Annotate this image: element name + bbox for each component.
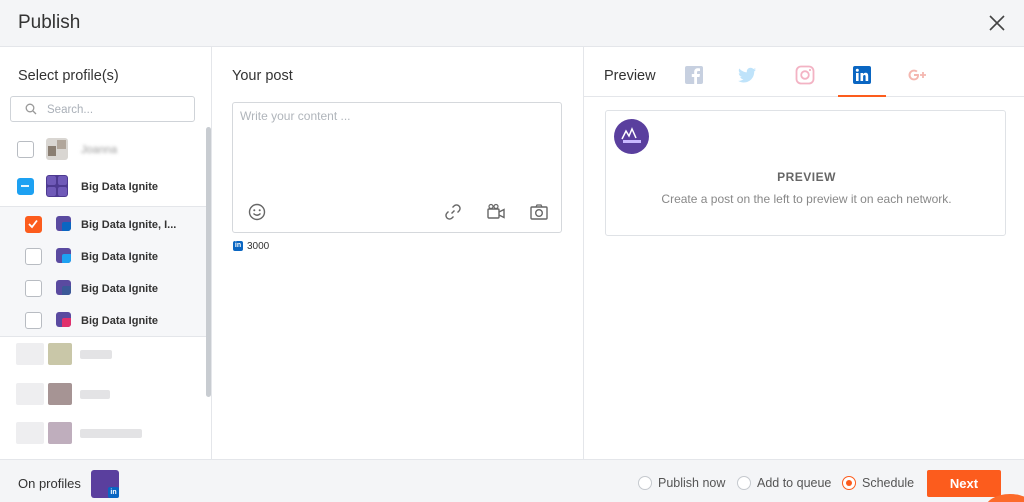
active-tab-indicator — [838, 95, 886, 97]
compose-panel: Your post in 3000 — [212, 47, 584, 459]
profile-row-joanna[interactable]: Joanna — [0, 134, 206, 166]
child-profile-group: Big Data Ignite, I... Big Data Ignite Bi… — [0, 206, 206, 337]
search-icon — [25, 103, 37, 115]
twitter-badge-icon — [62, 254, 71, 263]
child-checkbox[interactable] — [25, 312, 42, 329]
avatar — [56, 216, 71, 231]
post-content-input[interactable] — [240, 109, 550, 189]
add-to-queue-label[interactable]: Add to queue — [757, 476, 831, 490]
profile-search[interactable] — [10, 96, 195, 122]
child-checkbox[interactable] — [25, 280, 42, 297]
child-profile-name: Big Data Ignite, I... — [81, 219, 177, 231]
on-profiles-label: On profiles — [18, 476, 81, 491]
schedule-radio[interactable] — [842, 476, 856, 490]
preview-heading: PREVIEW — [777, 170, 836, 184]
dialog-title: Publish — [18, 12, 81, 33]
post-composer — [232, 102, 562, 233]
camera-icon[interactable] — [529, 202, 549, 222]
profile-name: Big Data Ignite — [81, 181, 159, 193]
next-button[interactable]: Next — [927, 470, 1001, 497]
profile-selector-panel: Select profile(s) Joanna Big Data Ignite — [0, 47, 212, 459]
dialog-header: Publish — [0, 0, 1024, 47]
tab-facebook-icon[interactable] — [683, 64, 705, 86]
tab-twitter-icon[interactable] — [736, 64, 758, 86]
your-post-title: Your post — [232, 68, 293, 84]
preview-card: PREVIEW Create a post on the left to pre… — [605, 110, 1006, 236]
profile-row-big-data-ignite[interactable]: Big Data Ignite — [0, 171, 206, 203]
preview-description: Create a post on the left to preview it … — [661, 192, 952, 206]
emoji-icon[interactable] — [247, 202, 267, 222]
child-profile-name: Big Data Ignite — [81, 251, 159, 263]
tab-instagram-icon[interactable] — [794, 64, 816, 86]
brand-logo-icon — [621, 127, 641, 143]
linkedin-badge-icon: in — [108, 487, 119, 498]
child-profile-name: Big Data Ignite — [81, 283, 159, 295]
tab-linkedin-icon[interactable] — [851, 64, 873, 86]
linkedin-mini-icon: in — [233, 241, 243, 251]
avatar — [56, 248, 71, 263]
linkedin-badge-icon — [62, 222, 71, 231]
character-count: 3000 — [247, 241, 270, 252]
publish-now-label[interactable]: Publish now — [658, 476, 725, 490]
link-icon[interactable] — [443, 202, 463, 222]
avatar — [46, 138, 68, 160]
profile-name-blurred: Joanna — [81, 144, 118, 156]
child-profile-twitter[interactable]: Big Data Ignite — [0, 241, 206, 273]
publish-now-radio[interactable] — [638, 476, 652, 490]
instagram-badge-icon — [62, 318, 71, 327]
child-checkbox-checked[interactable] — [25, 216, 42, 233]
tab-google-plus-icon[interactable] — [906, 64, 928, 86]
network-tabs: Preview — [584, 47, 1024, 97]
schedule-label[interactable]: Schedule — [862, 476, 914, 490]
child-profile-linkedin[interactable]: Big Data Ignite, I... — [0, 209, 206, 241]
avatar — [56, 312, 71, 327]
preview-title: Preview — [604, 68, 656, 84]
selected-profile-avatar: in — [91, 470, 119, 498]
preview-panel: Preview PREVIEW Create a post on the lef… — [584, 47, 1024, 459]
avatar — [56, 280, 71, 295]
facebook-badge-icon — [62, 286, 71, 295]
child-checkbox[interactable] — [25, 248, 42, 265]
close-icon[interactable] — [988, 14, 1006, 32]
minus-icon — [21, 185, 29, 187]
child-profile-facebook[interactable]: Big Data Ignite — [0, 273, 206, 305]
add-to-queue-radio[interactable] — [737, 476, 751, 490]
check-icon — [28, 219, 38, 229]
video-camera-icon[interactable] — [486, 202, 506, 222]
child-profile-name: Big Data Ignite — [81, 315, 159, 327]
preview-avatar — [614, 119, 649, 154]
avatar — [46, 175, 68, 197]
search-input[interactable] — [47, 101, 187, 118]
select-profiles-title: Select profile(s) — [18, 68, 119, 84]
child-profile-instagram[interactable]: Big Data Ignite — [0, 305, 206, 337]
dialog-footer: On profiles in Publish now Add to queue … — [0, 459, 1024, 502]
profile-list-scrollbar[interactable] — [206, 127, 211, 397]
profile-checkbox[interactable] — [17, 141, 34, 158]
group-checkbox-partial[interactable] — [17, 178, 34, 195]
